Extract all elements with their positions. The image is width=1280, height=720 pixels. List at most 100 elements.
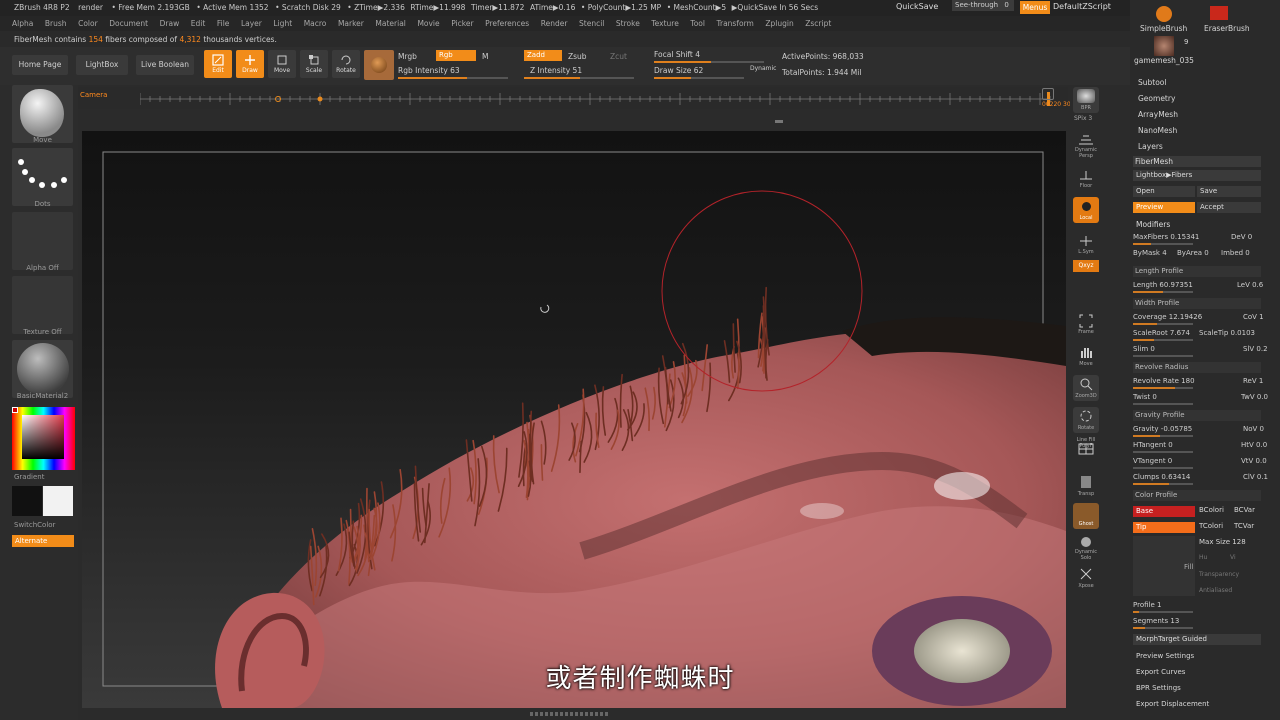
floor-button[interactable]: Floor <box>1073 165 1099 191</box>
tcvar-slider[interactable]: TCVar <box>1234 522 1254 530</box>
gamemesh-thumbnail[interactable] <box>1154 36 1174 56</box>
htangent-slider[interactable]: HTangent 0 HtV 0.0 <box>1133 441 1267 453</box>
clumps-slider[interactable]: Clumps 0.63414 ClV 0.1 <box>1133 473 1268 485</box>
base-color-swatch[interactable]: Base <box>1133 506 1195 517</box>
menu-render[interactable]: Render <box>541 16 568 31</box>
coverage-slider[interactable]: Coverage 12.19426 CoV 1 <box>1133 313 1264 325</box>
menu-macro[interactable]: Macro <box>304 16 327 31</box>
menu-transform[interactable]: Transform <box>717 16 754 31</box>
nanomesh-section[interactable]: NanoMesh <box>1138 126 1177 135</box>
timeline-handle[interactable] <box>775 120 783 123</box>
bcvar-slider[interactable]: BCVar <box>1234 506 1255 514</box>
solo-button[interactable]: Dynamic Solo <box>1073 535 1099 561</box>
timeline-end-toggle[interactable] <box>1042 88 1054 100</box>
rotate-view-button[interactable]: Rotate <box>1073 407 1099 433</box>
xpose-button[interactable]: Xpose <box>1073 565 1099 591</box>
morph-target-guided-button[interactable]: MorphTarget Guided <box>1133 634 1261 645</box>
slim-slider[interactable]: Slim 0 SlV 0.2 <box>1133 345 1268 357</box>
profile-slider[interactable]: Profile 1 <box>1133 601 1261 613</box>
stroke-dots-tile[interactable] <box>12 148 73 206</box>
preview-button[interactable]: Preview <box>1133 202 1195 213</box>
material-tile[interactable] <box>12 340 73 398</box>
bpr-button[interactable]: BPR <box>1073 87 1099 113</box>
revolve-radius-curve[interactable]: Revolve Radius <box>1133 362 1261 373</box>
fill-toggle[interactable]: Fill <box>1184 563 1193 571</box>
zsub-toggle[interactable]: Zsub <box>568 52 587 61</box>
menu-file[interactable]: File <box>217 16 230 31</box>
save-button[interactable]: Save <box>1197 186 1261 197</box>
scale-root-slider[interactable]: ScaleRoot 7.674 ScaleTip 0.0103 <box>1133 329 1261 341</box>
menu-picker[interactable]: Picker <box>451 16 473 31</box>
move-view-button[interactable]: Move <box>1073 343 1099 369</box>
sculpt-render[interactable] <box>82 131 1066 708</box>
menus-button[interactable]: Menus <box>1020 1 1050 14</box>
length-slider[interactable]: Length 60.97351 LeV 0.6 <box>1133 281 1263 293</box>
vtangent-slider[interactable]: VTangent 0 VtV 0.0 <box>1133 457 1267 469</box>
max-fibers-slider[interactable]: MaxFibers 0.15341 DeV 0 <box>1133 233 1261 245</box>
script-name[interactable]: DefaultZScript <box>1053 2 1111 11</box>
secondary-color[interactable] <box>12 486 42 516</box>
frame-button[interactable]: Frame <box>1073 311 1099 337</box>
main-color[interactable] <box>43 486 73 516</box>
color-picker-square[interactable] <box>22 415 64 459</box>
transparency-toggle[interactable]: Transparency <box>1199 571 1239 578</box>
gravity-slider[interactable]: Gravity -0.05785 NoV 0 <box>1133 425 1264 437</box>
z-intensity-slider[interactable] <box>524 77 634 79</box>
export-displacement-section[interactable]: Export Displacement <box>1136 700 1209 708</box>
brush-move-tile[interactable] <box>12 85 73 143</box>
hu-slider[interactable]: Hu <box>1199 554 1207 561</box>
spix-setting[interactable]: SPix 3 <box>1074 115 1092 122</box>
scale-button[interactable]: Scale <box>300 50 328 78</box>
switch-color-button[interactable]: SwitchColor <box>14 521 75 529</box>
menu-alpha[interactable]: Alpha <box>12 16 33 31</box>
gamemesh-label[interactable]: gamemesh_035 <box>1134 56 1194 65</box>
menu-movie[interactable]: Movie <box>417 16 439 31</box>
menu-material[interactable]: Material <box>375 16 405 31</box>
material-swatch[interactable] <box>364 50 394 80</box>
dynamic-toggle[interactable]: Dynamic <box>750 65 776 72</box>
simple-brush-icon[interactable] <box>1156 6 1172 22</box>
zadd-toggle[interactable]: Zadd <box>524 50 562 61</box>
local-button[interactable]: Local <box>1073 197 1099 223</box>
alternate-button[interactable]: Alternate <box>12 535 74 547</box>
lsym-button[interactable]: L.Sym <box>1073 231 1099 257</box>
vi-slider[interactable]: Vi <box>1230 554 1236 561</box>
bcolor-button[interactable]: BColori <box>1199 506 1224 514</box>
rgb-toggle[interactable]: Rgb <box>436 50 476 61</box>
timeline[interactable]: Camera 00220 30 <box>78 87 1071 109</box>
rotate-button[interactable]: Rotate <box>332 50 360 78</box>
menu-edit[interactable]: Edit <box>191 16 206 31</box>
zcut-toggle[interactable]: Zcut <box>610 52 627 61</box>
focal-shift-slider[interactable] <box>654 61 764 63</box>
layers-section[interactable]: Layers <box>1138 142 1163 151</box>
xyz-button[interactable]: Qxyz <box>1073 260 1099 272</box>
menu-brush[interactable]: Brush <box>45 16 67 31</box>
menu-zplugin[interactable]: Zplugin <box>765 16 793 31</box>
revolve-rate-slider[interactable]: Revolve Rate 180 ReV 1 <box>1133 377 1263 389</box>
twist-slider[interactable]: Twist 0 TwV 0.0 <box>1133 393 1268 405</box>
width-profile-curve[interactable]: Width Profile <box>1133 298 1261 309</box>
eraser-brush-label[interactable]: EraserBrush <box>1204 24 1250 33</box>
quicksave-button[interactable]: QuickSave <box>896 2 938 11</box>
edit-button[interactable]: Edit <box>204 50 232 78</box>
menu-document[interactable]: Document <box>109 16 148 31</box>
gravity-profile-curve[interactable]: Gravity Profile <box>1133 410 1261 421</box>
tcolor-button[interactable]: TColori <box>1199 522 1223 530</box>
bymask-row[interactable]: ByMask 4 ByArea 0 Imbed 0 <box>1133 249 1261 261</box>
alpha-tile[interactable] <box>12 212 73 270</box>
max-size-slider[interactable]: Max Size 128 <box>1199 538 1246 546</box>
lightbox-button[interactable]: LightBox <box>76 55 128 75</box>
accept-button[interactable]: Accept <box>1197 202 1261 213</box>
live-boolean-button[interactable]: Live Boolean <box>136 55 194 75</box>
polyframe-button[interactable]: Line Fill PolyF <box>1073 437 1099 463</box>
menu-stroke[interactable]: Stroke <box>616 16 640 31</box>
menu-color[interactable]: Color <box>78 16 98 31</box>
rgb-intensity-slider[interactable] <box>398 77 508 79</box>
m-toggle[interactable]: M <box>482 52 488 61</box>
mrgb-toggle[interactable]: Mrgb <box>398 52 417 61</box>
zoom3d-button[interactable]: Zoom3D <box>1073 375 1099 401</box>
length-profile-curve[interactable]: Length Profile <box>1133 266 1261 277</box>
see-through-slider[interactable]: See-through 0 <box>952 0 1014 11</box>
menu-light[interactable]: Light <box>273 16 292 31</box>
ghost-button[interactable]: Ghost <box>1073 503 1099 529</box>
